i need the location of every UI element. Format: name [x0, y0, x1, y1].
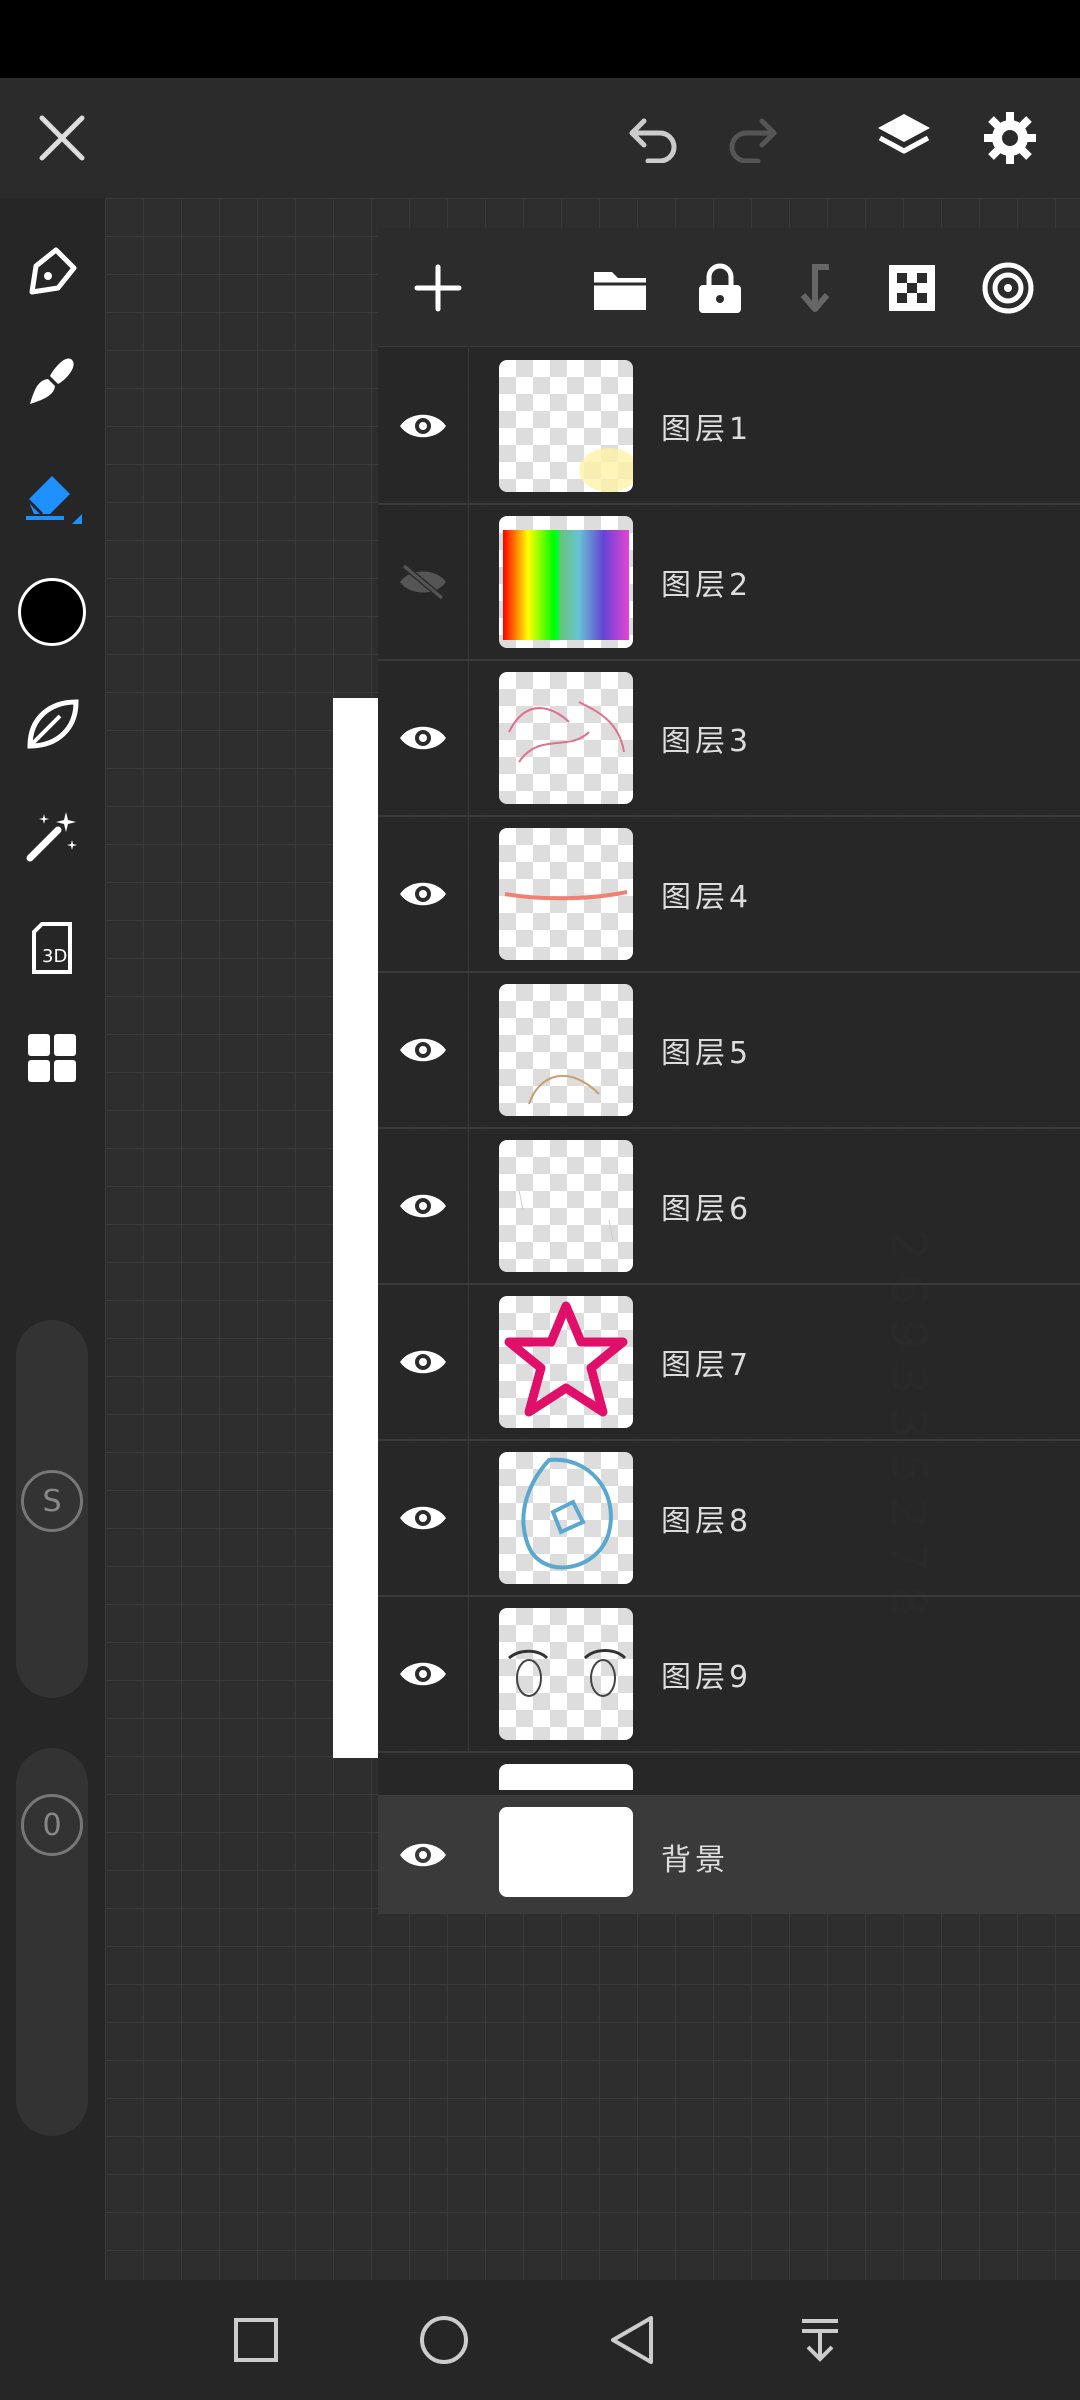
visibility-toggle[interactable]	[378, 816, 469, 971]
layer-name: 图层1	[661, 412, 753, 447]
layer-row[interactable]: 图层6	[378, 1128, 1080, 1285]
size-slider[interactable]: S	[16, 1320, 88, 1698]
layer-thumbnail	[499, 1608, 633, 1740]
layer-name: 图层6	[661, 1192, 753, 1227]
pen-tool-icon[interactable]	[18, 238, 86, 306]
close-icon[interactable]	[30, 106, 94, 170]
redo-icon[interactable]	[720, 108, 784, 168]
layer-name: 图层4	[661, 880, 753, 915]
undo-icon[interactable]	[622, 108, 686, 168]
smudge-s-icon: S	[21, 1470, 83, 1532]
back-triangle-icon[interactable]	[602, 2310, 662, 2370]
visibility-toggle[interactable]	[378, 972, 469, 1127]
visibility-toggle[interactable]	[378, 1128, 469, 1283]
eye-hidden-icon	[400, 563, 446, 600]
system-nav-bar	[0, 2280, 1080, 2400]
artwork-paper	[333, 698, 378, 1758]
transparency-checker-icon[interactable]	[882, 258, 942, 318]
leaf-smudge-icon[interactable]	[18, 690, 86, 758]
layer-target-icon[interactable]	[978, 258, 1038, 318]
recents-square-icon[interactable]	[226, 2310, 286, 2370]
layer-thumbnail	[499, 1452, 633, 1584]
background-thumbnail	[499, 1807, 633, 1897]
opacity-slider[interactable]: 0	[16, 1748, 88, 2136]
svg-text:3D: 3D	[42, 946, 67, 967]
eye-icon	[400, 1662, 446, 1685]
layer-name: 图层7	[661, 1348, 753, 1383]
visibility-toggle[interactable]	[378, 348, 469, 503]
layer-name: 图层9	[661, 1660, 753, 1695]
eye-icon	[400, 1194, 446, 1217]
eye-icon	[400, 414, 446, 437]
layer-name: 图层8	[661, 1504, 753, 1539]
layer-row[interactable]: 图层9	[378, 1596, 1080, 1753]
visibility-toggle[interactable]	[378, 1596, 469, 1751]
visibility-toggle[interactable]	[378, 660, 469, 815]
opacity-value-icon: 0	[21, 1794, 83, 1856]
add-layer-icon[interactable]	[408, 258, 468, 318]
layer-row[interactable]: 图层5	[378, 972, 1080, 1129]
top-bar	[0, 78, 1080, 198]
layer-thumbnail	[499, 360, 633, 492]
home-circle-icon[interactable]	[414, 2310, 474, 2370]
color-swatch[interactable]	[18, 578, 86, 646]
layer-thumbnail	[499, 516, 633, 648]
layer-row-partial	[499, 1764, 633, 1790]
layer-name: 图层2	[661, 568, 753, 603]
visibility-toggle[interactable]	[378, 1284, 469, 1439]
eye-icon	[400, 1506, 446, 1529]
background-layer-name: 背景	[661, 1843, 729, 1878]
layer-thumbnail	[499, 672, 633, 804]
notification-pulldown-icon[interactable]	[790, 2310, 850, 2370]
layer-name: 图层5	[661, 1036, 753, 1071]
eye-icon	[400, 1038, 446, 1061]
layer-thumbnail	[499, 1140, 633, 1272]
layers-icon[interactable]	[870, 104, 938, 172]
layer-row[interactable]: 图层8	[378, 1440, 1080, 1597]
visibility-toggle[interactable]	[378, 1440, 469, 1595]
eraser-tool-icon[interactable]	[18, 460, 86, 528]
left-toolbar: 3D S 0	[0, 198, 105, 2280]
visibility-toggle[interactable]	[378, 504, 469, 659]
3d-icon[interactable]: 3D	[18, 914, 86, 982]
layer-row[interactable]: 图层7	[378, 1284, 1080, 1441]
status-bar	[0, 0, 1080, 78]
layer-row[interactable]: 图层4	[378, 816, 1080, 973]
layer-row[interactable]: 图层1	[378, 348, 1080, 505]
lock-icon[interactable]	[690, 258, 750, 318]
eye-icon	[400, 1350, 446, 1373]
brush-tool-icon[interactable]	[18, 348, 86, 416]
layer-thumbnail	[499, 828, 633, 960]
layer-thumbnail	[499, 984, 633, 1116]
layers-panel-header	[378, 228, 1080, 347]
layer-row[interactable]: 图层3	[378, 660, 1080, 817]
magic-wand-icon[interactable]	[18, 802, 86, 870]
settings-gear-icon[interactable]	[976, 104, 1044, 172]
eye-icon	[400, 726, 446, 749]
merge-down-icon[interactable]	[786, 258, 846, 318]
layer-name: 图层3	[661, 724, 753, 759]
eye-icon	[400, 1843, 446, 1866]
folder-icon[interactable]	[590, 258, 650, 318]
layer-row[interactable]: 图层2	[378, 504, 1080, 661]
bg-visibility-toggle[interactable]	[378, 1795, 468, 1914]
eye-icon	[400, 882, 446, 905]
background-layer-row[interactable]: 背景	[378, 1795, 1080, 1914]
layer-thumbnail	[499, 1296, 633, 1428]
grid-menu-icon[interactable]	[18, 1024, 86, 1092]
layers-panel: 图层1 图层2 图层3 图层4 图层5 图层6 图层7 图层8 图层9 背景	[378, 228, 1080, 1914]
